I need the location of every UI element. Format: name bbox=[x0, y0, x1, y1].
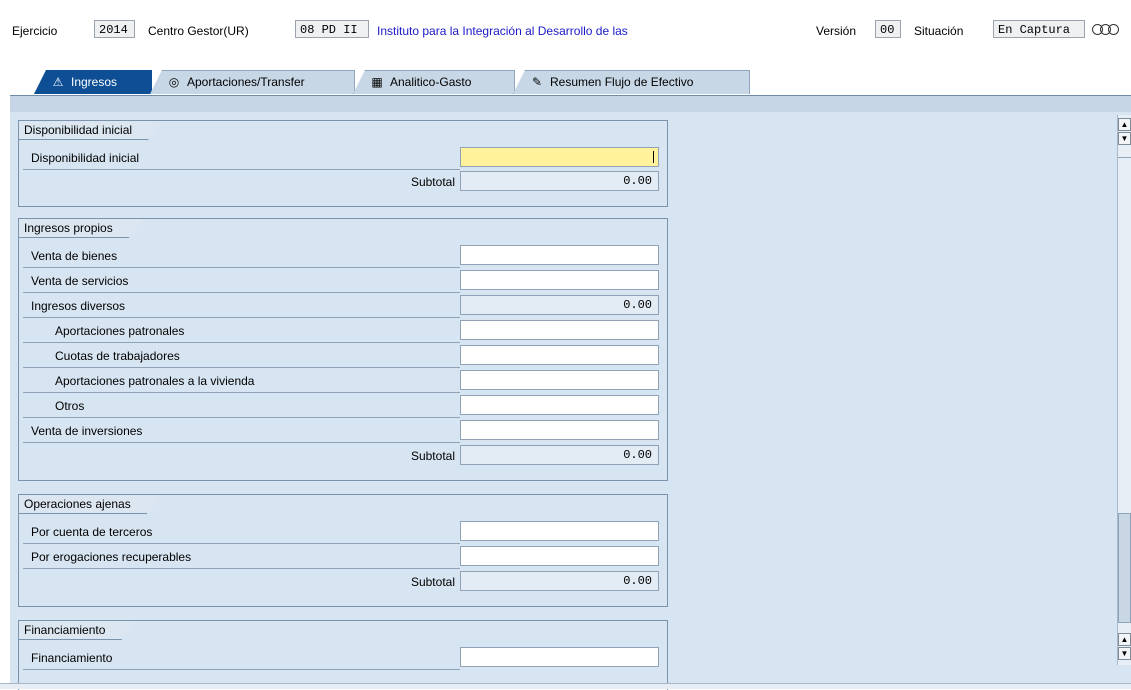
row-label: Cuotas de trabajadores bbox=[55, 349, 180, 363]
tab-analitico-gasto-label: Analitico-Gasto bbox=[390, 75, 472, 89]
situacion-label: Situación bbox=[914, 24, 964, 38]
tab-analitico-gasto[interactable]: ▦ Analitico-Gasto bbox=[353, 70, 515, 94]
row-venta-inversiones: Venta de inversiones bbox=[19, 418, 667, 443]
spreadsheet-icon: ▦ bbox=[371, 75, 383, 89]
subtotal-label: Subtotal bbox=[410, 175, 455, 189]
row-cuenta-terceros: Por cuenta de terceros bbox=[19, 519, 667, 544]
erogaciones-recuperables-input[interactable] bbox=[460, 546, 659, 566]
otros-input[interactable] bbox=[460, 395, 659, 415]
scroll-thumb[interactable] bbox=[1118, 513, 1131, 623]
horizontal-scrollbar[interactable] bbox=[0, 683, 1131, 689]
row-divider bbox=[23, 669, 460, 670]
row-disponibilidad-inicial: Disponibilidad inicial bbox=[19, 145, 667, 170]
row-label: Ingresos diversos bbox=[31, 299, 126, 313]
row-label: Venta de bienes bbox=[31, 249, 118, 263]
row-label: Financiamiento bbox=[31, 651, 113, 665]
content-top-band bbox=[10, 96, 1131, 112]
row-label: Venta de inversiones bbox=[31, 424, 143, 438]
tab-resumen-flujo[interactable]: ✎ Resumen Flujo de Efectivo bbox=[513, 70, 750, 94]
ejercicio-field[interactable]: 2014 bbox=[94, 20, 135, 38]
row-subtotal: Subtotal 0.00 bbox=[19, 443, 667, 468]
scroll-up-button[interactable]: ▲ bbox=[1118, 118, 1131, 131]
disponibilidad-inicial-input[interactable] bbox=[460, 147, 659, 167]
tab-aportaciones[interactable]: ◎ Aportaciones/Transfer bbox=[150, 70, 355, 94]
tab-ingresos-label: Ingresos bbox=[71, 75, 118, 89]
aportaciones-patronales-input[interactable] bbox=[460, 320, 659, 340]
warning-triangle-icon: ⚠ bbox=[52, 75, 64, 89]
row-aportaciones-vivienda: Aportaciones patronales a la vivienda bbox=[19, 368, 667, 393]
row-label: Otros bbox=[55, 399, 85, 413]
row-subtotal: Subtotal 0.00 bbox=[19, 169, 667, 194]
document-edit-icon: ✎ bbox=[531, 75, 543, 89]
version-label: Versión bbox=[816, 24, 857, 38]
ejercicio-label: Ejercicio bbox=[12, 24, 58, 38]
section-title: Operaciones ajenas bbox=[19, 495, 161, 514]
aportaciones-vivienda-input[interactable] bbox=[460, 370, 659, 390]
vertical-scrollbar[interactable]: ▲ ▼ ▲ ▼ bbox=[1117, 115, 1131, 665]
centro-gestor-field[interactable]: 08 PD II bbox=[295, 20, 369, 38]
subtotal-field: 0.00 bbox=[460, 571, 659, 591]
tab-content-area: Disponibilidad inicial Disponibilidad in… bbox=[10, 95, 1131, 690]
subtotal-label: Subtotal bbox=[410, 449, 455, 463]
centro-gestor-description: Instituto para la Integración al Desarro… bbox=[377, 24, 628, 38]
venta-servicios-input[interactable] bbox=[460, 270, 659, 290]
text-cursor bbox=[653, 151, 654, 163]
centro-gestor-label: Centro Gestor(UR) bbox=[148, 24, 249, 38]
row-venta-bienes: Venta de bienes bbox=[19, 243, 667, 268]
tab-strip: ⚠ Ingresos ◎ Aportaciones/Transfer ▦ Ana… bbox=[0, 70, 1131, 95]
subtotal-label: Subtotal bbox=[410, 575, 455, 589]
subtotal-field: 0.00 bbox=[460, 445, 659, 465]
scroll-up-button-lower[interactable]: ▲ bbox=[1118, 633, 1131, 646]
tab-aportaciones-label: Aportaciones/Transfer bbox=[187, 75, 305, 89]
row-venta-servicios: Venta de servicios bbox=[19, 268, 667, 293]
row-subtotal: Subtotal 0.00 bbox=[19, 569, 667, 594]
situacion-field[interactable]: En Captura bbox=[993, 20, 1085, 38]
row-financiamiento: Financiamiento bbox=[19, 645, 667, 670]
row-label: Aportaciones patronales a la vivienda bbox=[55, 374, 255, 388]
subtotal-field: 0.00 bbox=[460, 171, 659, 191]
scroll-track-divider bbox=[1118, 157, 1131, 158]
section-disponibilidad-inicial: Disponibilidad inicial Disponibilidad in… bbox=[18, 120, 668, 207]
header-bar: Ejercicio 2014 Centro Gestor(UR) 08 PD I… bbox=[0, 20, 1131, 42]
section-operaciones-ajenas: Operaciones ajenas Por cuenta de tercero… bbox=[18, 494, 668, 607]
row-ingresos-diversos: Ingresos diversos 0.00 bbox=[19, 293, 667, 318]
row-label: Aportaciones patronales bbox=[55, 324, 185, 338]
row-label: Por erogaciones recuperables bbox=[31, 550, 192, 564]
section-financiamiento: Financiamiento Financiamiento bbox=[18, 620, 668, 690]
row-label: Disponibilidad inicial bbox=[31, 151, 140, 165]
scroll-down-button-lower[interactable]: ▼ bbox=[1118, 647, 1131, 660]
three-circles-icon bbox=[1092, 24, 1131, 36]
tab-resumen-flujo-label: Resumen Flujo de Efectivo bbox=[550, 75, 694, 89]
section-title: Ingresos propios bbox=[19, 219, 143, 238]
row-label: Por cuenta de terceros bbox=[31, 525, 153, 539]
tab-ingresos[interactable]: ⚠ Ingresos bbox=[34, 70, 152, 94]
section-ingresos-propios: Ingresos propios Venta de bienes Venta d… bbox=[18, 218, 668, 481]
row-otros: Otros bbox=[19, 393, 667, 418]
version-field[interactable]: 00 bbox=[875, 20, 901, 38]
row-label: Venta de servicios bbox=[31, 274, 129, 288]
cuotas-trabajadores-input[interactable] bbox=[460, 345, 659, 365]
row-cuotas-trabajadores: Cuotas de trabajadores bbox=[19, 343, 667, 368]
ingresos-diversos-field: 0.00 bbox=[460, 295, 659, 315]
section-title: Financiamiento bbox=[19, 621, 135, 640]
coin-icon: ◎ bbox=[168, 75, 180, 89]
scroll-down-button[interactable]: ▼ bbox=[1118, 132, 1131, 145]
cuenta-terceros-input[interactable] bbox=[460, 521, 659, 541]
venta-inversiones-input[interactable] bbox=[460, 420, 659, 440]
row-erogaciones-recuperables: Por erogaciones recuperables bbox=[19, 544, 667, 569]
financiamiento-input[interactable] bbox=[460, 647, 659, 667]
row-aportaciones-patronales: Aportaciones patronales bbox=[19, 318, 667, 343]
venta-bienes-input[interactable] bbox=[460, 245, 659, 265]
section-title: Disponibilidad inicial bbox=[19, 121, 162, 140]
